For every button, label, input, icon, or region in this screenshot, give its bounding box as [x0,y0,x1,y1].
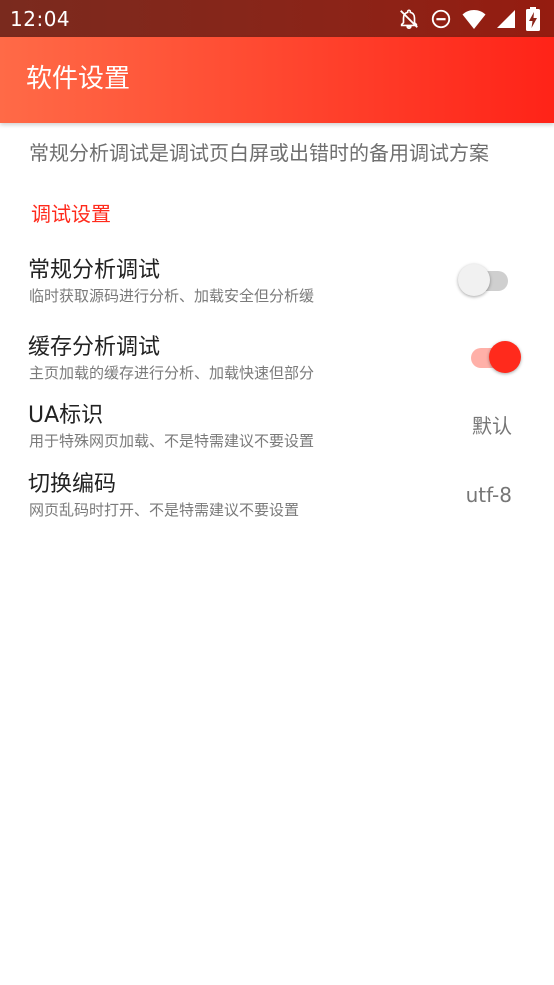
switch-thumb [489,341,521,373]
pref-summary: 网页乱码时打开、不是特需建议不要设置 [29,501,300,518]
pref-title: 缓存分析调试 [28,335,161,360]
pref-title: 常规分析调试 [28,258,161,283]
wifi-icon [462,8,486,30]
ua-value: 默认 [472,414,512,438]
category-title-debug: 调试设置 [31,202,111,226]
pref-cache-analysis-debug[interactable]: 缓存分析调试 主页加载的缓存进行分析、加载快速但部分 [0,333,554,397]
settings-description: 常规分析调试是调试页白屏或出错时的备用调试方案 [29,141,489,165]
normal-analysis-toggle[interactable] [458,260,518,300]
pref-title: 切换编码 [28,472,117,497]
notifications-off-icon [398,8,420,30]
status-time: 12:04 [10,7,71,31]
app-bar: 软件设置 [0,37,554,123]
cache-analysis-toggle[interactable] [461,337,521,377]
signal-icon [496,9,516,29]
switch-thumb [458,264,490,296]
pref-summary: 临时获取源码进行分析、加载安全但分析缓 [29,287,315,304]
page-title: 软件设置 [26,64,131,94]
status-bar: 12:04 [0,0,554,37]
do-not-disturb-icon [430,8,452,30]
pref-normal-analysis-debug[interactable]: 常规分析调试 临时获取源码进行分析、加载安全但分析缓 [0,256,554,320]
pref-title: UA标识 [28,403,104,428]
battery-charging-icon [526,7,540,31]
pref-summary: 主页加载的缓存进行分析、加载快速但部分 [29,364,315,381]
pref-switch-encoding[interactable]: 切换编码 网页乱码时打开、不是特需建议不要设置 utf-8 [0,470,554,534]
pref-ua-identifier[interactable]: UA标识 用于特殊网页加载、不是特需建议不要设置 默认 [0,401,554,465]
pref-summary: 用于特殊网页加载、不是特需建议不要设置 [29,432,315,449]
status-icons [398,7,540,31]
encoding-value: utf-8 [465,483,512,507]
